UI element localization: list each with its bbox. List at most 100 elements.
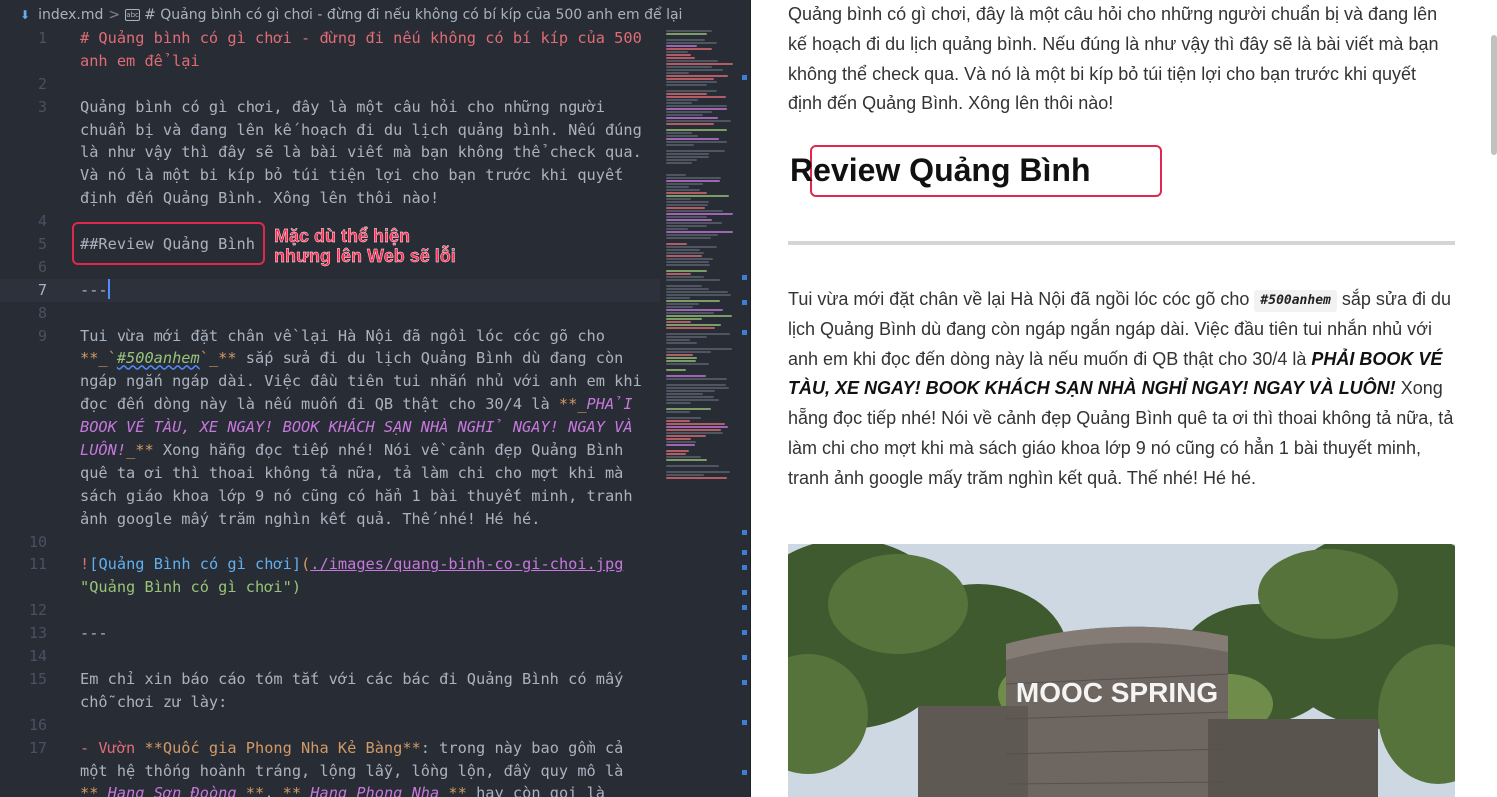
minimap-row [666, 324, 721, 326]
minimap-row [666, 477, 727, 479]
code-line[interactable]: quê ta ơi thì thoai không tả nữa, tả làm… [0, 462, 660, 485]
minimap-row [666, 306, 693, 308]
code-line[interactable]: 9 Tui vừa mới đặt chân về lại Hà Nội đã n… [0, 325, 660, 348]
code-line[interactable]: 16 [0, 714, 660, 737]
code-line[interactable]: LUÔN!_** Xong hẵng đọc tiếp nhé! Nói về … [0, 439, 660, 462]
breadcrumb-file[interactable]: index.md [38, 7, 103, 23]
minimap-row [666, 135, 698, 137]
code-line[interactable]: chỗ chơi zư lày: [0, 691, 660, 714]
code-text: ảnh google mấy trăm nghìn kết quả. Thế n… [80, 509, 541, 528]
code-line[interactable]: 8 [0, 302, 660, 325]
change-marker [742, 330, 747, 335]
minimap-row [666, 396, 714, 398]
minimap-row [666, 294, 731, 296]
minimap-row [666, 42, 717, 44]
markdown-marker: **_` [80, 349, 117, 368]
line-number: 10 [28, 532, 47, 551]
code-text: một hệ thống hoành tráng, lộng lẫy, lồng… [80, 761, 624, 780]
code-line[interactable]: ** Hang Sơn Đoòng **, ** Hang Phong Nha … [0, 782, 660, 797]
code-line[interactable]: ảnh google mấy trăm nghìn kết quả. Thế n… [0, 508, 660, 531]
image-url-link[interactable]: ./images/quang-binh-co-gi-choi.jpg [310, 555, 623, 573]
minimap-row [666, 156, 709, 158]
code-line[interactable]: ngáp ngắn ngáp dài. Việc đầu tiên tui nh… [0, 370, 660, 393]
minimap-row [666, 150, 725, 152]
code-line[interactable]: BOOK VÉ TÀU, XE NGAY! BOOK KHÁCH SẠN NHÀ… [0, 416, 660, 439]
minimap-row [666, 84, 707, 86]
minimap-row [666, 69, 723, 71]
minimap-row [666, 411, 690, 413]
minimap-row [666, 132, 692, 134]
minimap-row [666, 276, 704, 278]
minimap-row [666, 120, 731, 122]
change-marker [742, 720, 747, 725]
line-number: 11 [28, 555, 47, 574]
minimap-row [666, 348, 732, 350]
breadcrumb-symbol[interactable]: # Quảng bình có gì chơi - đừng đi nếu kh… [144, 7, 682, 23]
code-line[interactable]: định đến Quảng Bình. Xông lên thôi nào! [0, 187, 660, 210]
markdown-marker: ] [291, 555, 302, 574]
code-text: Tui vừa mới đặt chân về lại Hà Nội đã ng… [80, 326, 605, 345]
code-line[interactable]: đọc đến dòng này là nếu muốn đi QB thật … [0, 393, 660, 416]
overview-ruler[interactable] [742, 30, 748, 797]
code-line[interactable]: 17 - Vườn **Quốc gia Phong Nha Kẻ Bàng**:… [0, 737, 660, 760]
current-code-line[interactable]: 7 --- [0, 278, 660, 302]
code-text: --- [80, 624, 108, 643]
code-line[interactable]: sách giáo khoa lớp 9 nó cũng có hẳn 1 bà… [0, 485, 660, 508]
change-marker [742, 605, 747, 610]
minimap-row [666, 237, 711, 239]
minimap-row [666, 96, 726, 98]
code-line[interactable]: 11 ![Quảng Bình có gì chơi](./images/quan… [0, 553, 660, 576]
code-line[interactable]: 3 Quảng bình có gì chơi, đây là một câu h… [0, 96, 660, 119]
minimap-row [666, 312, 714, 314]
code-area[interactable]: 1 # Quảng bình có gì chơi - đừng đi nếu k… [0, 27, 660, 797]
code-line[interactable]: 14 [0, 645, 660, 668]
minimap-row [666, 90, 717, 92]
code-line[interactable]: 13 --- [0, 622, 660, 645]
code-text: --- [80, 280, 108, 299]
minimap-row [666, 300, 720, 302]
code-line[interactable]: 10 [0, 531, 660, 554]
minimap-row [666, 432, 723, 434]
body-text: Tui vừa mới đặt chân về lại Hà Nội đã ng… [788, 289, 1255, 309]
minimap-row [666, 351, 711, 353]
change-marker [742, 590, 747, 595]
markdown-preview[interactable]: Quảng bình có gì chơi, đây là một câu hỏ… [750, 0, 1497, 797]
minimap-row [666, 288, 709, 290]
minimap[interactable] [666, 30, 736, 500]
code-line[interactable]: 12 [0, 599, 660, 622]
code-line[interactable]: Và nó là một bi kíp bỏ túi tiện lợi cho … [0, 164, 660, 187]
minimap-row [666, 207, 705, 209]
minimap-row [666, 114, 703, 116]
code-line[interactable]: 1 # Quảng bình có gì chơi - đừng đi nếu k… [0, 27, 660, 50]
minimap-row [666, 303, 699, 305]
sign-text: MOOC SPRING [1016, 677, 1218, 708]
minimap-row [666, 252, 704, 254]
minimap-row [666, 195, 729, 197]
markdown-marker: ** [236, 784, 265, 797]
minimap-row [666, 423, 725, 425]
minimap-row [666, 75, 728, 77]
minimap-row [666, 183, 703, 185]
line-number: 14 [28, 647, 47, 666]
minimap-row [666, 78, 714, 80]
code-text: quê ta ơi thì thoai không tả nữa, tả làm… [80, 463, 624, 482]
minimap-row [666, 333, 730, 335]
preview-scrollbar[interactable] [1491, 35, 1497, 155]
markdown-editor[interactable]: ⬇ index.md > abc # Quảng bình có gì chơi… [0, 0, 750, 797]
change-marker [742, 565, 747, 570]
minimap-row [666, 72, 689, 74]
code-line[interactable]: 15 Em chỉ xin báo cáo tóm tắt với các bác… [0, 668, 660, 691]
minimap-row [666, 336, 707, 338]
code-line[interactable]: **_`#500anhem`_** sắp sửa đi du lịch Quả… [0, 347, 660, 370]
minimap-row [666, 309, 723, 311]
code-text: sách giáo khoa lớp 9 nó cũng có hẳn 1 bà… [80, 486, 633, 505]
markdown-marker: ** [439, 784, 467, 797]
code-line[interactable]: chuẩn bị và đang lên kế hoạch đi du lịch… [0, 119, 660, 142]
change-marker [742, 300, 747, 305]
markdown-marker: ( [301, 555, 311, 574]
code-line[interactable]: "Quảng Bình có gì chơi") [0, 576, 660, 599]
code-line[interactable]: một hệ thống hoành tráng, lộng lẫy, lồng… [0, 760, 660, 783]
code-line[interactable]: anh em để lại [0, 50, 660, 73]
code-line[interactable]: 2 [0, 73, 660, 96]
code-line[interactable]: là như vậy thì đây sẽ là bài viết mà bạn… [0, 141, 660, 164]
